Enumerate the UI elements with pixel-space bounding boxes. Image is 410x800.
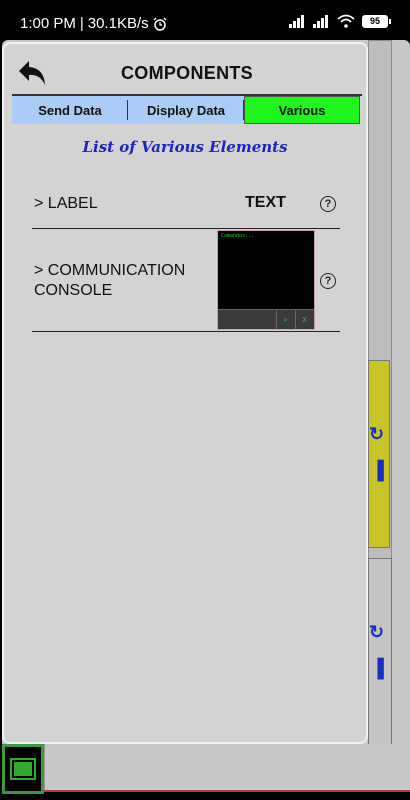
row-divider [32, 228, 340, 229]
status-bar: 1:00 PM | 30.1KB/s 95 [0, 0, 410, 44]
tab-bar: Send Data Display Data Various [12, 96, 360, 124]
dialog-header: COMPONENTS [12, 52, 362, 96]
console-item-name[interactable]: > COMMUNICATION CONSOLE [34, 261, 185, 301]
tab-display-data-label: Display Data [146, 102, 226, 118]
row-divider [32, 331, 340, 332]
status-separator: | [79, 15, 84, 32]
signal-icon-2 [313, 14, 330, 28]
battery-icon: 95 [362, 14, 391, 28]
background-bottom-bar [44, 744, 410, 792]
tab-various-label: Various [278, 102, 326, 118]
label-item-value: TEXT [245, 194, 286, 211]
status-network-speed: 30.1KB/s [87, 15, 149, 32]
save-icon-2: ▐ [371, 658, 384, 678]
menu-button[interactable] [2, 744, 44, 794]
background-gray-panel [368, 558, 392, 746]
tab-send-data-label: Send Data [38, 102, 102, 118]
menu-icon [10, 758, 36, 780]
console-item-name-line2: CONSOLE [34, 282, 113, 299]
battery-level: 95 [369, 16, 380, 26]
wifi-icon [337, 14, 355, 28]
refresh-icon: ↻ [369, 424, 385, 444]
communication-console-preview[interactable]: Comandos... > X [217, 230, 315, 330]
tab-send-data[interactable]: Send Data [12, 96, 128, 124]
status-time: 1:00 PM [20, 15, 76, 32]
background-yellow-panel [368, 360, 390, 548]
alarm-clock-icon [153, 17, 167, 31]
console-output-text: Comandos... [221, 233, 255, 239]
save-icon: ▐ [371, 460, 384, 480]
console-send-button[interactable]: > [276, 310, 294, 329]
background-bottom-line [44, 790, 410, 792]
signal-icon [289, 14, 306, 28]
components-dialog: COMPONENTS Send Data Display Data Variou… [2, 42, 368, 744]
help-circle-icon[interactable]: ? [320, 273, 336, 289]
help-circle-icon[interactable]: ? [320, 196, 336, 212]
tab-various[interactable]: Various [244, 96, 360, 124]
label-item-name[interactable]: > LABEL [34, 194, 98, 214]
tab-display-data[interactable]: Display Data [128, 96, 244, 124]
console-input-bar: > X [218, 309, 314, 329]
dialog-title: COMPONENTS [120, 63, 253, 83]
refresh-icon-2: ↻ [369, 622, 385, 642]
console-item-name-line1: > COMMUNICATION [34, 262, 186, 279]
console-clear-button[interactable]: X [295, 310, 313, 329]
section-title: List of Various Elements [82, 138, 288, 156]
console-input-field[interactable] [218, 310, 276, 329]
